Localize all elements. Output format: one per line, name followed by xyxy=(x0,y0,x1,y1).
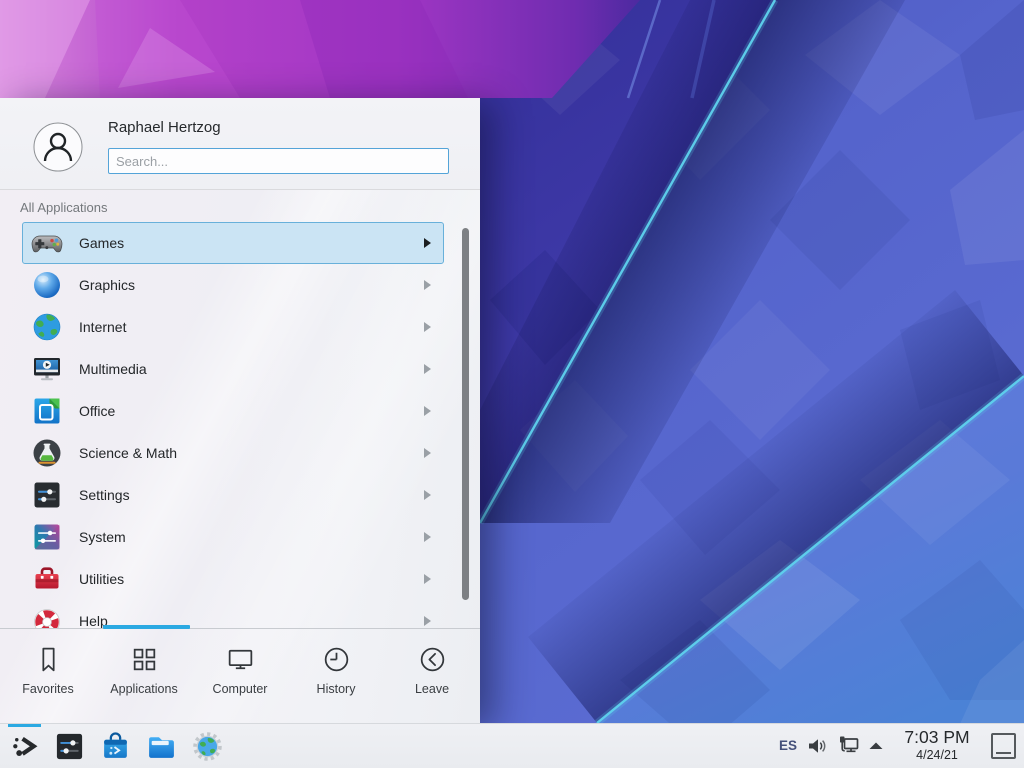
launcher-header: Raphael Hertzog xyxy=(0,98,480,190)
section-label: All Applications xyxy=(20,200,107,215)
expand-tray-arrow-icon[interactable] xyxy=(866,734,886,758)
games-gamepad-icon xyxy=(31,227,63,259)
tab-applications[interactable]: Applications xyxy=(96,630,192,723)
tab-computer[interactable]: Computer xyxy=(192,630,288,723)
tab-label: Favorites xyxy=(22,682,73,696)
submenu-arrow-icon xyxy=(424,238,431,248)
category-label: Games xyxy=(79,235,124,251)
launcher-active-indicator xyxy=(8,724,41,727)
submenu-arrow-icon xyxy=(424,448,431,458)
submenu-arrow-icon xyxy=(424,532,431,542)
tab-label: History xyxy=(317,682,356,696)
category-row-graphics[interactable]: Graphics xyxy=(22,264,444,306)
network-icon[interactable] xyxy=(837,734,861,758)
active-tab-indicator xyxy=(103,625,190,629)
category-label: Settings xyxy=(79,487,130,503)
user-name: Raphael Hertzog xyxy=(108,119,221,136)
category-label: Internet xyxy=(79,319,126,335)
tab-history[interactable]: History xyxy=(288,630,384,723)
tab-label: Applications xyxy=(110,682,177,696)
tab-leave[interactable]: Leave xyxy=(384,630,480,723)
category-row-office[interactable]: Office xyxy=(22,390,444,432)
submenu-arrow-icon xyxy=(424,322,431,332)
favorites-bookmark-icon xyxy=(33,644,64,675)
category-label: Graphics xyxy=(79,277,135,293)
tab-bar-divider xyxy=(0,628,480,629)
submenu-arrow-icon xyxy=(424,490,431,500)
tab-label: Computer xyxy=(213,682,268,696)
history-clock-icon xyxy=(321,644,352,675)
submenu-arrow-icon xyxy=(424,364,431,374)
computer-monitor-icon xyxy=(225,644,256,675)
applications-grid-icon xyxy=(129,644,160,675)
clock-time: 7:03 PM xyxy=(893,726,981,748)
category-label: System xyxy=(79,529,126,545)
volume-icon[interactable] xyxy=(806,734,830,758)
show-desktop-button[interactable] xyxy=(991,733,1016,759)
graphics-sphere-icon xyxy=(31,269,63,301)
application-category-list: Games Graphics Internet xyxy=(0,222,480,628)
system-settings-button[interactable] xyxy=(54,731,85,762)
taskbar-panel: ES 7:03 PM 4/24/21 xyxy=(0,723,1024,768)
discover-software-center-button[interactable] xyxy=(100,731,131,762)
office-document-icon xyxy=(31,395,63,427)
user-avatar-icon[interactable] xyxy=(33,122,83,172)
category-row-utilities[interactable]: Utilities xyxy=(22,558,444,600)
keyboard-layout-indicator[interactable]: ES xyxy=(779,738,797,753)
utilities-toolbox-icon xyxy=(31,563,63,595)
submenu-arrow-icon xyxy=(424,406,431,416)
system-sliders-icon xyxy=(31,521,63,553)
submenu-arrow-icon xyxy=(424,280,431,290)
internet-globe-icon xyxy=(31,311,63,343)
clock-date: 4/24/21 xyxy=(893,748,981,763)
submenu-arrow-icon xyxy=(424,616,431,626)
settings-sliders-icon xyxy=(31,479,63,511)
category-label: Science & Math xyxy=(79,445,177,461)
application-launcher-button[interactable] xyxy=(10,732,39,761)
launcher-tab-bar: Favorites Applications Computer History xyxy=(0,630,480,723)
category-label: Multimedia xyxy=(79,361,147,377)
category-row-internet[interactable]: Internet xyxy=(22,306,444,348)
category-row-games[interactable]: Games xyxy=(22,222,444,264)
category-row-settings[interactable]: Settings xyxy=(22,474,444,516)
category-row-system[interactable]: System xyxy=(22,516,444,558)
digital-clock[interactable]: 7:03 PM 4/24/21 xyxy=(893,726,981,763)
application-launcher-menu: Raphael Hertzog All Applications Games xyxy=(0,98,480,723)
multimedia-monitor-icon xyxy=(31,353,63,385)
category-row-multimedia[interactable]: Multimedia xyxy=(22,348,444,390)
search-input[interactable] xyxy=(108,148,449,174)
leave-back-icon xyxy=(417,644,448,675)
tab-favorites[interactable]: Favorites xyxy=(0,630,96,723)
category-label: Office xyxy=(79,403,115,419)
submenu-arrow-icon xyxy=(424,574,431,584)
dolphin-file-manager-button[interactable] xyxy=(146,731,177,762)
help-lifering-icon xyxy=(31,605,63,628)
category-label: Utilities xyxy=(79,571,124,587)
science-flask-icon xyxy=(31,437,63,469)
tab-label: Leave xyxy=(415,682,449,696)
web-browser-button[interactable] xyxy=(192,731,223,762)
category-row-science-math[interactable]: Science & Math xyxy=(22,432,444,474)
list-scrollbar[interactable] xyxy=(462,228,469,600)
category-row-help[interactable]: Help xyxy=(22,600,444,628)
